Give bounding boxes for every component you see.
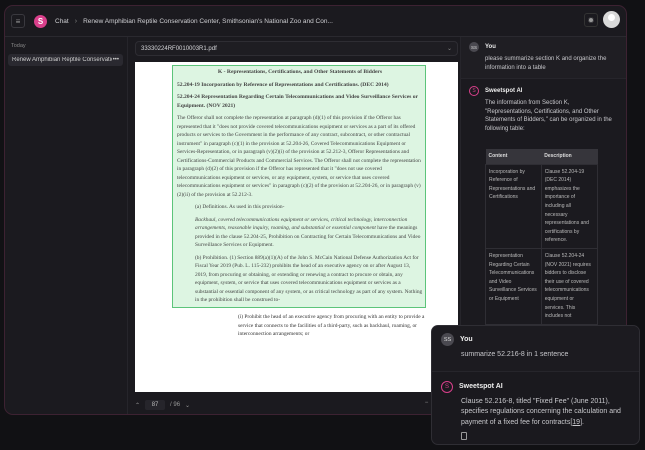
- table-header: Content: [485, 149, 542, 165]
- sender-name: You: [485, 44, 496, 50]
- sidebar-group-label: Today: [11, 43, 26, 49]
- pagination: ⌃ 87 / 96 ⌄: [135, 400, 190, 410]
- summary-table: Content Description Incorporation by Refe…: [485, 149, 599, 325]
- section-title: K - Representations, Certifications, and…: [217, 69, 383, 75]
- file-select[interactable]: 33330224RF0010003R1.pdf ⌄: [135, 41, 458, 56]
- sender-name: You: [460, 336, 473, 343]
- breadcrumb-title: Renew Amphibian Reptile Conservation Cen…: [83, 17, 333, 25]
- paragraph: The Offeror shall not complete the repre…: [177, 115, 421, 198]
- message-text: Clause 52.216-8, titled "Fixed Fee" (Jun…: [461, 397, 630, 429]
- chevron-right-icon: ›: [74, 17, 78, 25]
- ai-message: S Sweetspot AI Clause 52.216-8, titled "F…: [432, 372, 639, 445]
- sidebar-chat-item[interactable]: Renew Amphibian Reptile Conservation Cen…: [8, 54, 123, 66]
- sidebar: Today Renew Amphibian Reptile Conservati…: [5, 37, 128, 414]
- paragraph: (a) Definitions. As used in this provisi…: [195, 204, 285, 210]
- clause-heading: 52.204-24 Representation Regarding Certa…: [177, 94, 418, 109]
- menu-button[interactable]: ≡: [11, 14, 25, 28]
- paragraph: Backhaul, covered telecommunications equ…: [177, 216, 423, 250]
- user-message: SS You please summarize section K and org…: [461, 37, 626, 79]
- table-cell: Incorporation by Reference of Representa…: [485, 163, 542, 249]
- prev-page-icon[interactable]: ⌃: [135, 402, 140, 409]
- zoom-out-icon[interactable]: −: [425, 400, 429, 406]
- chevron-down-icon: ⌄: [446, 46, 452, 52]
- next-page-icon[interactable]: ⌄: [185, 402, 190, 409]
- breadcrumb-chat[interactable]: Chat: [55, 18, 69, 25]
- total-pages: / 96: [170, 402, 181, 408]
- message-text: The information from Section K, "Represe…: [485, 100, 612, 132]
- settings-gear-icon[interactable]: ✹: [584, 13, 598, 27]
- table-cell: Representation Regarding Certain Telecom…: [485, 247, 542, 325]
- table-cell: Clause 52.204-24 (NOV 2021) requires bid…: [540, 247, 599, 325]
- citation-link[interactable]: [19]: [570, 419, 582, 426]
- sweetspot-logo-icon[interactable]: S: [34, 14, 47, 28]
- header: ≡ S Chat › Renew Amphibian Reptile Conse…: [5, 6, 626, 37]
- sidebar-item-label: Renew Amphibian Reptile Conservation Cen…: [12, 57, 112, 63]
- user-avatar[interactable]: [603, 11, 620, 28]
- sender-name: Sweetspot AI: [485, 88, 523, 94]
- table-row: Representation Regarding Certain Telecom…: [485, 247, 599, 325]
- pdf-viewer: 33330224RF0010003R1.pdf ⌄ K - Representa…: [128, 37, 461, 414]
- message-text: please summarize section K and organize …: [485, 56, 607, 71]
- user-avatar-initials: SS: [469, 42, 479, 52]
- user-avatar-initials: SS: [441, 333, 454, 346]
- user-message: SS You summarize 52.216-8 in 1 sentence: [432, 326, 639, 372]
- clause-heading: 52.204-19 Incorporation by Reference of …: [177, 81, 389, 88]
- page-number-input[interactable]: 87: [145, 400, 166, 410]
- message-text: summarize 52.216-8 in 1 sentence: [461, 351, 569, 358]
- ai-message: S Sweetspot AI The information from Secti…: [461, 79, 626, 332]
- sweetspot-ai-icon: S: [441, 380, 453, 393]
- pdf-page: K - Representations, Certifications, and…: [135, 62, 458, 392]
- answer-text: Clause 52.216-8, titled "Fixed Fee" (Jun…: [461, 397, 621, 426]
- table-header: Description: [541, 149, 598, 165]
- floating-chat-card: SS You summarize 52.216-8 in 1 sentence S…: [431, 325, 640, 445]
- answer-end: .: [582, 418, 584, 426]
- paragraph: (b) Prohibition. (1) Section 889(a)(1)(A…: [195, 254, 423, 304]
- sweetspot-ai-icon: S: [469, 86, 479, 96]
- table-cell: Clause 52.204-19 (DEC 2014) emphasizes t…: [540, 163, 599, 249]
- copy-icon[interactable]: [461, 432, 467, 440]
- paragraph: (i) Prohibit the head of an executive ag…: [238, 314, 425, 337]
- sender-name: Sweetspot AI: [459, 383, 503, 390]
- more-options-icon[interactable]: •••: [113, 57, 119, 63]
- table-row: Incorporation by Reference of Representa…: [485, 163, 599, 249]
- document-text: K - Representations, Certifications, and…: [177, 68, 423, 309]
- file-name: 33330224RF0010003R1.pdf: [141, 45, 217, 52]
